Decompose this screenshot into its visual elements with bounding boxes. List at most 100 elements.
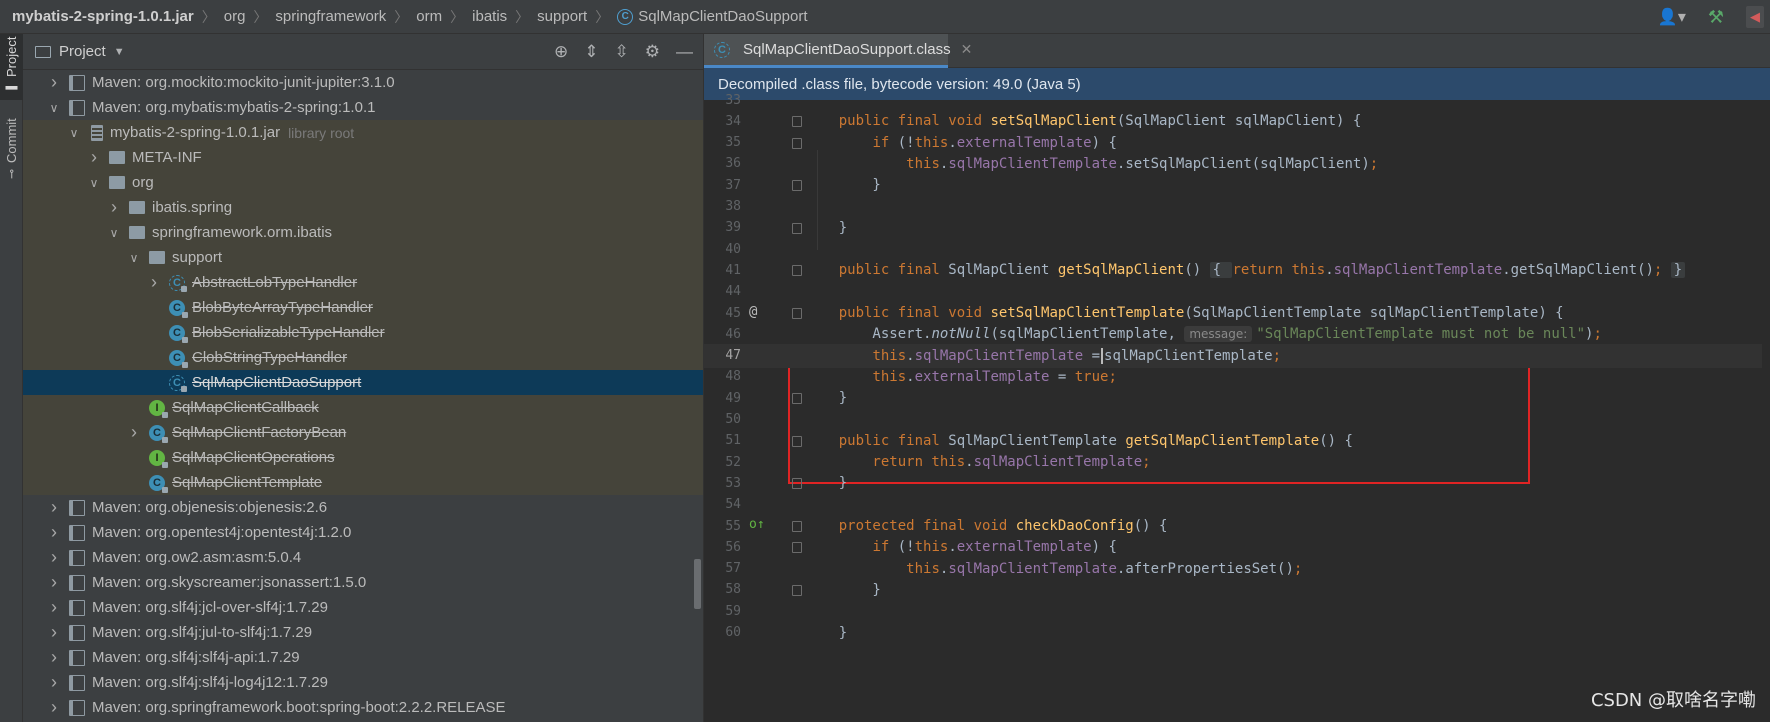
close-icon[interactable]: ✕ <box>961 41 973 58</box>
chevron-right-icon[interactable]: › <box>147 272 161 293</box>
annotation-marker-icon[interactable]: @ <box>749 304 757 320</box>
tree-item[interactable]: › Maven: org.slf4j:jcl-over-slf4j:1.7.29 <box>23 595 703 620</box>
line-number: 55 <box>725 518 741 534</box>
tree-item[interactable]: › Maven: org.slf4j:jul-to-slf4j:1.7.29 <box>23 620 703 645</box>
library-icon <box>69 649 85 666</box>
fold-marker-icon[interactable] <box>792 393 802 405</box>
tree-item[interactable]: › Maven: org.slf4j:slf4j-log4j12:1.7.29 <box>23 670 703 695</box>
tree-item[interactable]: › Maven: org.springframework.boot:spring-… <box>23 695 703 720</box>
tree-item[interactable]: ›CBlobSerializableTypeHandler <box>23 320 703 345</box>
fold-marker-icon[interactable] <box>792 584 802 596</box>
interface-icon: I <box>149 399 168 418</box>
line-number: 38 <box>725 199 741 214</box>
tree-item-label: ibatis.spring <box>152 199 233 216</box>
tree-item-label: ClobStringTypeHandler <box>192 349 348 366</box>
chevron-down-icon[interactable]: ∨ <box>87 176 101 190</box>
tree-item[interactable]: ›ISqlMapClientOperations <box>23 445 703 470</box>
hammer-icon[interactable]: ⚒ <box>1708 7 1724 28</box>
fold-marker-icon[interactable] <box>792 435 802 447</box>
tree-item[interactable]: › META-INF <box>23 145 703 170</box>
tree-item[interactable]: ›CBlobByteArrayTypeHandler <box>23 295 703 320</box>
breadcrumb-item[interactable]: mybatis-2-spring-1.0.1.jar <box>12 8 194 25</box>
tree-item-label: org <box>132 174 154 191</box>
chevron-right-icon[interactable]: › <box>127 422 141 443</box>
tree-item[interactable]: ∨ org <box>23 170 703 195</box>
override-marker-icon[interactable]: o↑ <box>749 517 765 532</box>
fold-marker-icon[interactable] <box>792 478 802 490</box>
chevron-down-icon[interactable]: ∨ <box>67 126 81 140</box>
user-icon[interactable]: 👤▾ <box>1658 7 1686 27</box>
tree-item[interactable]: ›CClobStringTypeHandler <box>23 345 703 370</box>
chevron-right-icon[interactable]: › <box>47 672 61 693</box>
hide-icon[interactable]: — <box>676 42 693 62</box>
fold-marker-icon[interactable] <box>792 542 802 554</box>
tree-item[interactable]: › Maven: org.ow2.asm:asm:5.0.4 <box>23 545 703 570</box>
chevron-right-icon[interactable]: › <box>47 647 61 668</box>
tree-item[interactable]: ›CSqlMapClientDaoSupport <box>23 370 703 395</box>
tree-item[interactable]: › Maven: org.mockito:mockito-junit-jupite… <box>23 70 703 95</box>
breadcrumb-item[interactable]: springframework <box>275 8 386 25</box>
fold-marker-icon[interactable] <box>792 308 802 319</box>
code-line[interactable]: 60 } <box>704 621 1770 645</box>
breadcrumb-label: mybatis-2-spring-1.0.1.jar <box>12 8 194 25</box>
chevron-down-icon[interactable]: ∨ <box>107 226 121 240</box>
tree-item[interactable]: › Maven: org.opentest4j:opentest4j:1.2.0 <box>23 520 703 545</box>
breadcrumb-item[interactable]: C SqlMapClientDaoSupport <box>617 8 807 25</box>
tree-item[interactable]: ›ISqlMapClientCallback <box>23 395 703 420</box>
fold-marker-icon[interactable] <box>792 265 802 277</box>
tree-item[interactable]: ∨ springframework.orm.ibatis <box>23 220 703 245</box>
fold-marker-icon[interactable] <box>792 180 802 192</box>
chevron-right-icon[interactable]: › <box>47 547 61 568</box>
code-text: } <box>805 177 880 193</box>
editor-scrollbar[interactable] <box>1762 100 1770 722</box>
tree-item[interactable]: › Maven: org.slf4j:slf4j-api:1.7.29 <box>23 645 703 670</box>
code-area[interactable]: 33 34 public final void setSqlMapClient(S… <box>704 93 1770 722</box>
locate-icon[interactable]: ⊕ <box>554 42 568 62</box>
tree-item[interactable]: ∨ support <box>23 245 703 270</box>
chevron-right-icon[interactable]: › <box>47 572 61 593</box>
project-tool-tab[interactable]: ▬ Project <box>0 34 23 100</box>
fold-marker-icon[interactable] <box>792 137 802 149</box>
project-view-selector[interactable]: Project ▼ <box>35 43 125 60</box>
tree-item[interactable]: › C SqlMapClientFactoryBean <box>23 420 703 445</box>
line-number: 41 <box>725 262 741 278</box>
tree-item-label: Maven: org.ow2.asm:asm:5.0.4 <box>92 549 302 566</box>
commit-tool-tab[interactable]: ⊸ Commit <box>0 116 23 182</box>
chevron-right-icon[interactable]: › <box>107 197 121 218</box>
tree-item[interactable]: ∨ mybatis-2-spring-1.0.1.jar library root <box>23 120 703 145</box>
project-tree-scrollbar[interactable] <box>694 559 701 609</box>
fold-marker-icon[interactable] <box>792 521 802 532</box>
library-icon <box>69 99 85 116</box>
collapse-all-icon[interactable]: ⇳ <box>615 42 629 62</box>
chevron-right-icon[interactable]: › <box>47 497 61 518</box>
chevron-right-icon[interactable]: › <box>47 72 61 93</box>
breadcrumb-item[interactable]: ibatis <box>472 8 507 25</box>
line-number: 49 <box>725 390 741 406</box>
fold-marker-icon[interactable] <box>792 222 802 234</box>
run-icon[interactable]: ◀ <box>1746 6 1764 28</box>
tool-window-stripe: ▬ Project ⊸ Commit <box>0 34 23 722</box>
breadcrumb-item[interactable]: org <box>224 8 246 25</box>
chevron-right-icon[interactable]: › <box>47 522 61 543</box>
breadcrumb-item[interactable]: support <box>537 8 587 25</box>
code-token: ; <box>1272 347 1282 364</box>
chevron-right-icon[interactable]: › <box>87 147 101 168</box>
chevron-right-icon[interactable]: › <box>47 697 61 718</box>
chevron-right-icon[interactable]: › <box>47 597 61 618</box>
expand-all-icon[interactable]: ⇕ <box>584 42 598 62</box>
tree-item[interactable]: › ibatis.spring <box>23 195 703 220</box>
breadcrumb-item[interactable]: orm <box>416 8 442 25</box>
chevron-right-icon[interactable]: › <box>47 622 61 643</box>
chevron-down-icon[interactable]: ∨ <box>47 101 61 115</box>
editor-tab-sqlmapclientdaosupport[interactable]: C SqlMapClientDaoSupport.class ✕ <box>704 34 972 68</box>
tree-item[interactable]: › Maven: org.skyscreamer:jsonassert:1.5.0 <box>23 570 703 595</box>
tree-item[interactable]: ›CSqlMapClientTemplate <box>23 470 703 495</box>
code-token: (SqlMapClient sqlMapClient) { <box>1116 113 1362 130</box>
chevron-down-icon[interactable]: ∨ <box>127 251 141 265</box>
class-icon: C <box>149 474 168 493</box>
tree-item[interactable]: › C AbstractLobTypeHandler <box>23 270 703 295</box>
settings-icon[interactable]: ⚙ <box>645 42 660 62</box>
tree-item[interactable]: › Maven: org.objenesis:objenesis:2.6 <box>23 495 703 520</box>
fold-marker-icon[interactable] <box>792 116 802 128</box>
tree-item[interactable]: ∨ Maven: org.mybatis:mybatis-2-spring:1.0… <box>23 95 703 120</box>
